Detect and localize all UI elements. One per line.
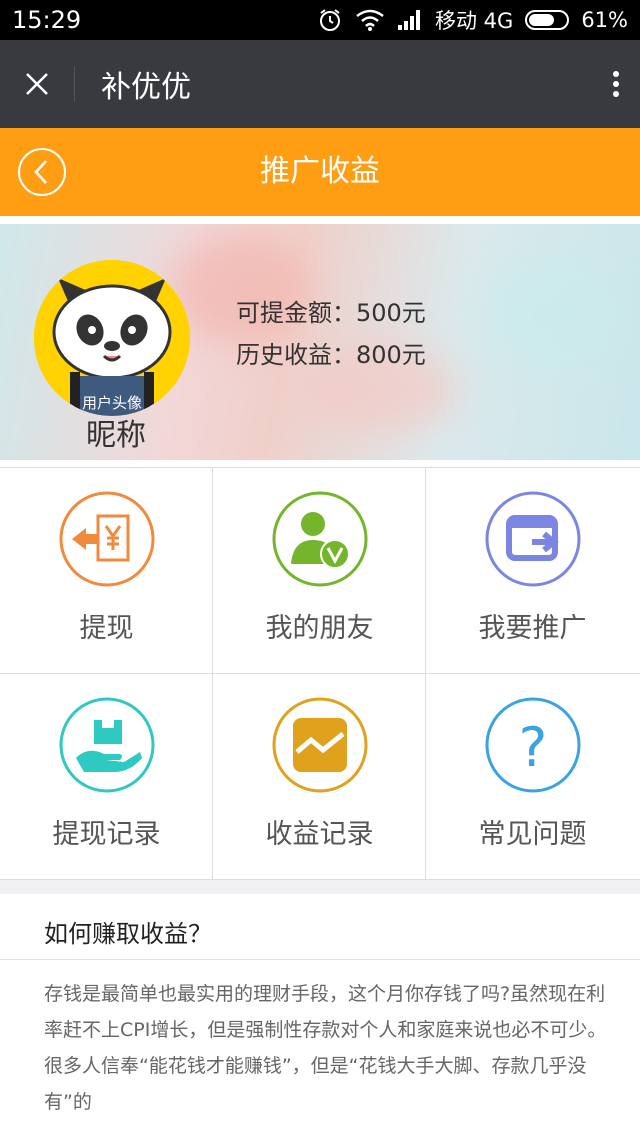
svg-text:?: ? bbox=[518, 716, 547, 779]
faq-section: 如何赚取收益？ 存钱是最简单也最实用的理财手段，这个月你存钱了吗?虽然现在利率赶… bbox=[0, 894, 640, 1136]
faq-answer: 存钱是最简单也最实用的理财手段，这个月你存钱了吗?虽然现在利率赶不上CPI增长，… bbox=[44, 983, 607, 1113]
question-icon: ? bbox=[485, 697, 580, 793]
section-gap bbox=[0, 880, 640, 894]
carrier-label: 移动 4G bbox=[435, 9, 514, 33]
friend-icon bbox=[272, 491, 367, 587]
battery-icon bbox=[525, 10, 570, 30]
faq-question: 如何赚取收益？ bbox=[44, 920, 212, 948]
menu-label: 收益记录 bbox=[265, 819, 374, 850]
menu-label: 提现 bbox=[79, 613, 134, 644]
menu-label: 提现记录 bbox=[52, 819, 161, 850]
menu-label: 我的朋友 bbox=[265, 613, 374, 644]
app-bar-divider bbox=[74, 66, 75, 102]
menu-faq[interactable]: ? 常见问题 bbox=[426, 674, 639, 879]
menu-withdraw-records[interactable]: 提现记录 bbox=[0, 674, 213, 879]
nickname: 昵称 bbox=[86, 418, 146, 453]
page-header: 推广收益 bbox=[0, 128, 640, 216]
earnings-chart-icon bbox=[272, 697, 367, 793]
menu-withdraw[interactable]: 提现 bbox=[0, 468, 213, 673]
profile-banner: 用户头像 昵称 可提金额：500元 历史收益：800元 bbox=[0, 224, 640, 460]
withdraw-icon bbox=[59, 491, 154, 587]
menu-label: 我要推广 bbox=[478, 613, 587, 644]
battery-percent: 61% bbox=[581, 8, 628, 32]
close-button[interactable] bbox=[0, 40, 74, 128]
back-icon bbox=[34, 160, 47, 184]
status-bar: 15:29 移动 4G 61% bbox=[0, 0, 640, 40]
page-title: 推广收益 bbox=[260, 154, 380, 189]
alarm-icon bbox=[320, 9, 340, 31]
withdrawable-amount: 可提金额：500元 bbox=[236, 299, 426, 327]
app-title: 补优优 bbox=[101, 70, 191, 105]
withdraw-record-icon bbox=[59, 697, 154, 793]
menu-grid: 提现 我的朋友 我要推广 提现记录 收益记录 ? 常见问题 bbox=[0, 467, 640, 880]
back-button[interactable] bbox=[18, 148, 66, 196]
status-right: 移动 4G 61% bbox=[317, 5, 628, 35]
app-bar: 补优优 bbox=[0, 40, 640, 128]
promote-icon bbox=[485, 491, 580, 587]
earnings-info: 可提金额：500元 历史收益：800元 bbox=[236, 292, 426, 376]
more-button[interactable] bbox=[592, 40, 640, 128]
status-time: 15:29 bbox=[12, 6, 82, 34]
menu-label: 常见问题 bbox=[478, 819, 587, 850]
menu-my-friends[interactable]: 我的朋友 bbox=[213, 468, 426, 673]
avatar[interactable]: 用户头像 bbox=[34, 260, 190, 416]
menu-promote[interactable]: 我要推广 bbox=[426, 468, 639, 673]
menu-earnings-records[interactable]: 收益记录 bbox=[213, 674, 426, 879]
history-earnings: 历史收益：800元 bbox=[236, 341, 426, 369]
signal-icon bbox=[398, 10, 420, 30]
faq-divider bbox=[0, 959, 640, 960]
close-icon bbox=[26, 73, 48, 95]
more-vertical-icon bbox=[613, 71, 619, 97]
wifi-icon bbox=[356, 9, 384, 31]
